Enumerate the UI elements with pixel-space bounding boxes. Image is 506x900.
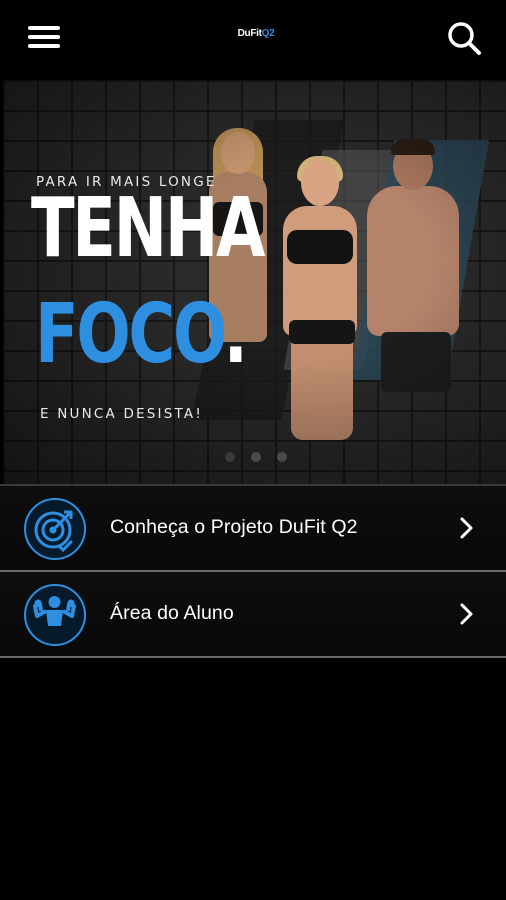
app-logo: DuFitQ2 [228,28,284,42]
top-app-bar: DuFitQ2 [0,0,506,80]
banner-headline-foco-word: FOCO [35,287,226,382]
chevron-right-icon [456,602,476,626]
menu-item-conheca-projeto[interactable]: Conheça o Projeto DuFit Q2 [0,486,506,570]
muscle-icon [24,584,86,646]
carousel-dot-1[interactable] [225,452,235,462]
banner-headline-dot: . [223,287,248,382]
banner-headline-tenha: TENHA [31,181,266,276]
logo-text-dufit: DuFit [237,28,262,39]
carousel-dot-3[interactable] [277,452,287,462]
banner-vignette [3,80,506,484]
hamburger-menu-icon[interactable] [28,24,62,50]
menu-item-label: Área do Aluno [110,602,234,624]
banner-headline-foco: FOCO. [35,294,248,376]
banner-tagline-bottom: E NUNCA DESISTA! [40,406,203,422]
menu-item-label: Conheça o Projeto DuFit Q2 [110,516,358,538]
target-icon [24,498,86,560]
hero-banner-carousel[interactable]: PARA IR MAIS LONGE TENHA FOCO. E NUNCA D… [3,80,506,484]
menu-item-area-do-aluno[interactable]: Área do Aluno [0,572,506,656]
search-icon[interactable] [446,20,482,56]
carousel-pagination [3,452,506,464]
logo-text-q2: Q2 [261,28,275,39]
empty-content-area [0,658,506,900]
chevron-right-icon [456,516,476,540]
carousel-dot-2[interactable] [251,452,261,462]
